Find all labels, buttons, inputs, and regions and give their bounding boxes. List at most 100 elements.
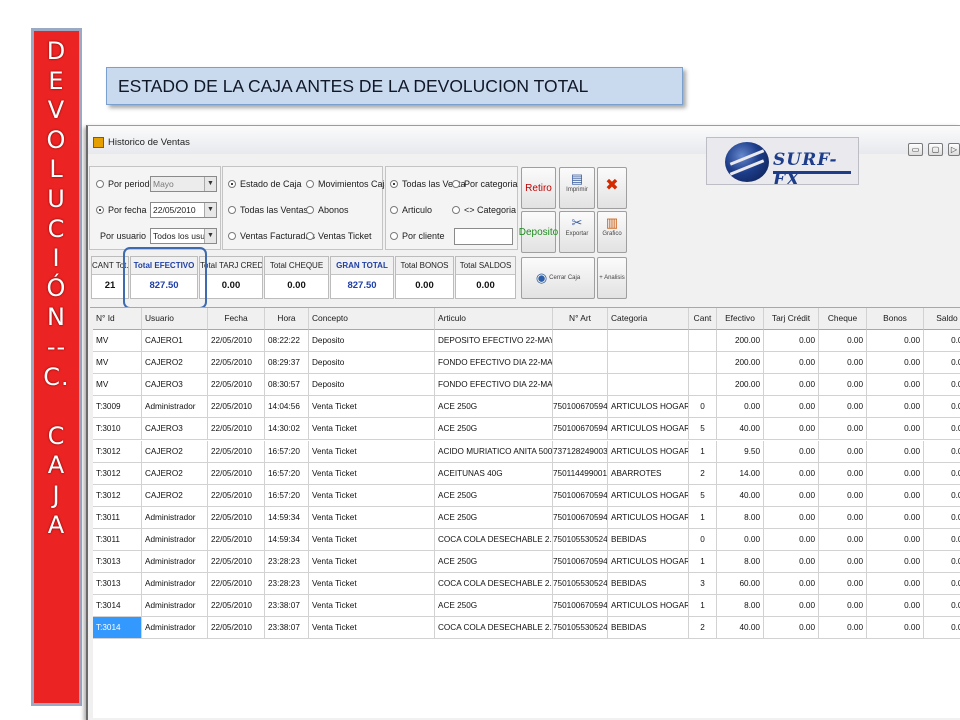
radio-movimientos-caja[interactable]: Movimientos Caja bbox=[306, 179, 390, 189]
radio-ventas-facturadas[interactable]: Ventas Facturadas bbox=[228, 231, 315, 241]
table-cell: 7501006705942 bbox=[553, 484, 608, 507]
column-header[interactable]: Efectivo bbox=[717, 308, 764, 330]
table-cell bbox=[608, 330, 689, 352]
table-cell: 0.00 bbox=[867, 617, 924, 640]
column-header[interactable]: Hora bbox=[265, 308, 309, 330]
column-header[interactable]: N° Id bbox=[93, 308, 142, 330]
table-cell: 200.00 bbox=[717, 330, 764, 352]
table-cell: 0 bbox=[689, 396, 717, 419]
table-cell: T:3013 bbox=[93, 551, 142, 573]
radio-icon bbox=[390, 232, 398, 240]
efectivo-highlight-annotation bbox=[123, 247, 207, 309]
table-cell: ARTICULOS HOGAR bbox=[608, 484, 689, 507]
close-window-button[interactable]: ▷ bbox=[948, 143, 960, 156]
table-cell bbox=[689, 352, 717, 375]
table-cell: CAJERO2 bbox=[142, 352, 208, 375]
table-cell: 7501006705942 bbox=[553, 396, 608, 419]
column-header[interactable]: Fecha bbox=[208, 308, 265, 330]
radio-icon bbox=[228, 206, 236, 214]
table-cell: T:3009 bbox=[93, 396, 142, 419]
table-cell: ACE 250G bbox=[435, 418, 553, 441]
radio-por-categoria[interactable]: Por categoria bbox=[452, 179, 518, 189]
column-header[interactable]: Articulo bbox=[435, 308, 553, 330]
column-header[interactable]: Cheque bbox=[819, 308, 867, 330]
table-cell: 0.00 bbox=[924, 441, 960, 463]
table-cell: 0.00 bbox=[717, 528, 764, 551]
table-cell: Administrador bbox=[142, 573, 208, 596]
imprimir-button[interactable]: ▤ Imprimir bbox=[559, 167, 595, 209]
table-cell: ACE 250G bbox=[435, 396, 553, 419]
table-cell: Venta Ticket bbox=[309, 617, 435, 640]
table-cell: 200.00 bbox=[717, 352, 764, 375]
usuario-select[interactable]: Todos los usuar ▼ bbox=[150, 228, 217, 244]
export-icon: ✂ bbox=[571, 215, 583, 230]
column-header[interactable]: Categoria bbox=[608, 308, 689, 330]
cerrar-caja-button[interactable]: ◉ Cerrar Caja bbox=[521, 257, 595, 299]
periodo-select[interactable]: Mayo ▼ bbox=[150, 176, 217, 192]
table-cell: Venta Ticket bbox=[309, 573, 435, 596]
table-cell: 0.00 bbox=[867, 352, 924, 375]
cliente-input[interactable] bbox=[454, 228, 513, 245]
column-header[interactable]: Bonos bbox=[867, 308, 924, 330]
table-cell: 14:59:34 bbox=[265, 506, 309, 529]
analisis-button[interactable]: + Analisis bbox=[597, 257, 627, 299]
table-cell: Venta Ticket bbox=[309, 462, 435, 485]
deposito-button[interactable]: Deposito bbox=[519, 211, 558, 253]
radio-estado-caja[interactable]: Estado de Caja bbox=[228, 179, 302, 189]
table-cell: MV bbox=[93, 330, 142, 352]
retiro-button[interactable]: Retiro bbox=[521, 167, 556, 209]
chevron-down-icon: ▼ bbox=[204, 229, 216, 243]
column-header[interactable]: Usuario bbox=[142, 308, 208, 330]
table-cell: 0.00 bbox=[924, 374, 960, 397]
table-cell: 40.00 bbox=[717, 418, 764, 441]
column-header[interactable]: Saldo bbox=[924, 308, 960, 330]
table-cell: 0.00 bbox=[764, 352, 819, 375]
minimize-button[interactable]: ▭ bbox=[908, 143, 923, 156]
table-cell: ARTICULOS HOGAR bbox=[608, 551, 689, 573]
radio-por-fecha[interactable]: Por fecha bbox=[96, 205, 147, 215]
table-cell: 0.00 bbox=[867, 528, 924, 551]
radio-ventas-ticket[interactable]: Ventas Ticket bbox=[306, 231, 372, 241]
radio-articulo[interactable]: Articulo bbox=[390, 205, 432, 215]
ventas-table[interactable]: N° Id Usuario Fecha Hora Concepto Articulo N° … bbox=[90, 307, 960, 718]
fecha-picker[interactable]: 22/05/2010 ▼ bbox=[150, 202, 217, 218]
table-cell: ABARROTES bbox=[608, 462, 689, 485]
table-cell: 0.00 bbox=[819, 617, 867, 640]
table-cell: 7501006705942 bbox=[553, 551, 608, 573]
radio-icon bbox=[228, 180, 236, 188]
radio-por-periodo[interactable]: Por periodo bbox=[96, 179, 155, 189]
table-cell: 1 bbox=[689, 595, 717, 618]
table-cell: 0.00 bbox=[764, 528, 819, 551]
table-cell: 0.00 bbox=[819, 484, 867, 507]
column-header[interactable]: N° Art bbox=[553, 308, 608, 330]
exportar-button[interactable]: ✂ Exportar bbox=[559, 211, 595, 253]
gran-total: GRAN TOTAL 827.50 bbox=[330, 256, 394, 299]
table-cell: 22/05/2010 bbox=[208, 396, 265, 419]
radio-icon bbox=[452, 180, 460, 188]
table-cell: 0.00 bbox=[924, 551, 960, 573]
table-cell: 0.00 bbox=[764, 506, 819, 529]
app-icon bbox=[93, 137, 104, 148]
column-header[interactable]: Tarj Crédit bbox=[764, 308, 819, 330]
table-cell: 22/05/2010 bbox=[208, 484, 265, 507]
table-cell: 0.00 bbox=[819, 396, 867, 419]
table-cell: 40.00 bbox=[717, 617, 764, 640]
table-cell: 0.00 bbox=[764, 617, 819, 640]
column-header[interactable]: Concepto bbox=[309, 308, 435, 330]
radio-not-categoria[interactable]: <> Categoria bbox=[452, 205, 516, 215]
table-cell: 22/05/2010 bbox=[208, 374, 265, 397]
surf-fx-logo: SURF-FX bbox=[706, 137, 859, 185]
maximize-button[interactable]: ▢ bbox=[928, 143, 943, 156]
table-cell: 14:59:34 bbox=[265, 528, 309, 551]
delete-button[interactable]: ✖ bbox=[597, 167, 627, 209]
table-cell: ACE 250G bbox=[435, 506, 553, 529]
table-cell: 0.00 bbox=[764, 484, 819, 507]
column-header[interactable]: Cant bbox=[689, 308, 717, 330]
table-cell bbox=[553, 352, 608, 375]
radio-por-cliente[interactable]: Por cliente bbox=[390, 231, 445, 241]
table-cell: 0.00 bbox=[764, 551, 819, 573]
grafico-button[interactable]: ▥ Grafico bbox=[597, 211, 627, 253]
radio-icon bbox=[306, 180, 314, 188]
radio-abonos[interactable]: Abonos bbox=[306, 205, 349, 215]
radio-todas-ventas[interactable]: Todas las Ventas bbox=[228, 205, 308, 215]
